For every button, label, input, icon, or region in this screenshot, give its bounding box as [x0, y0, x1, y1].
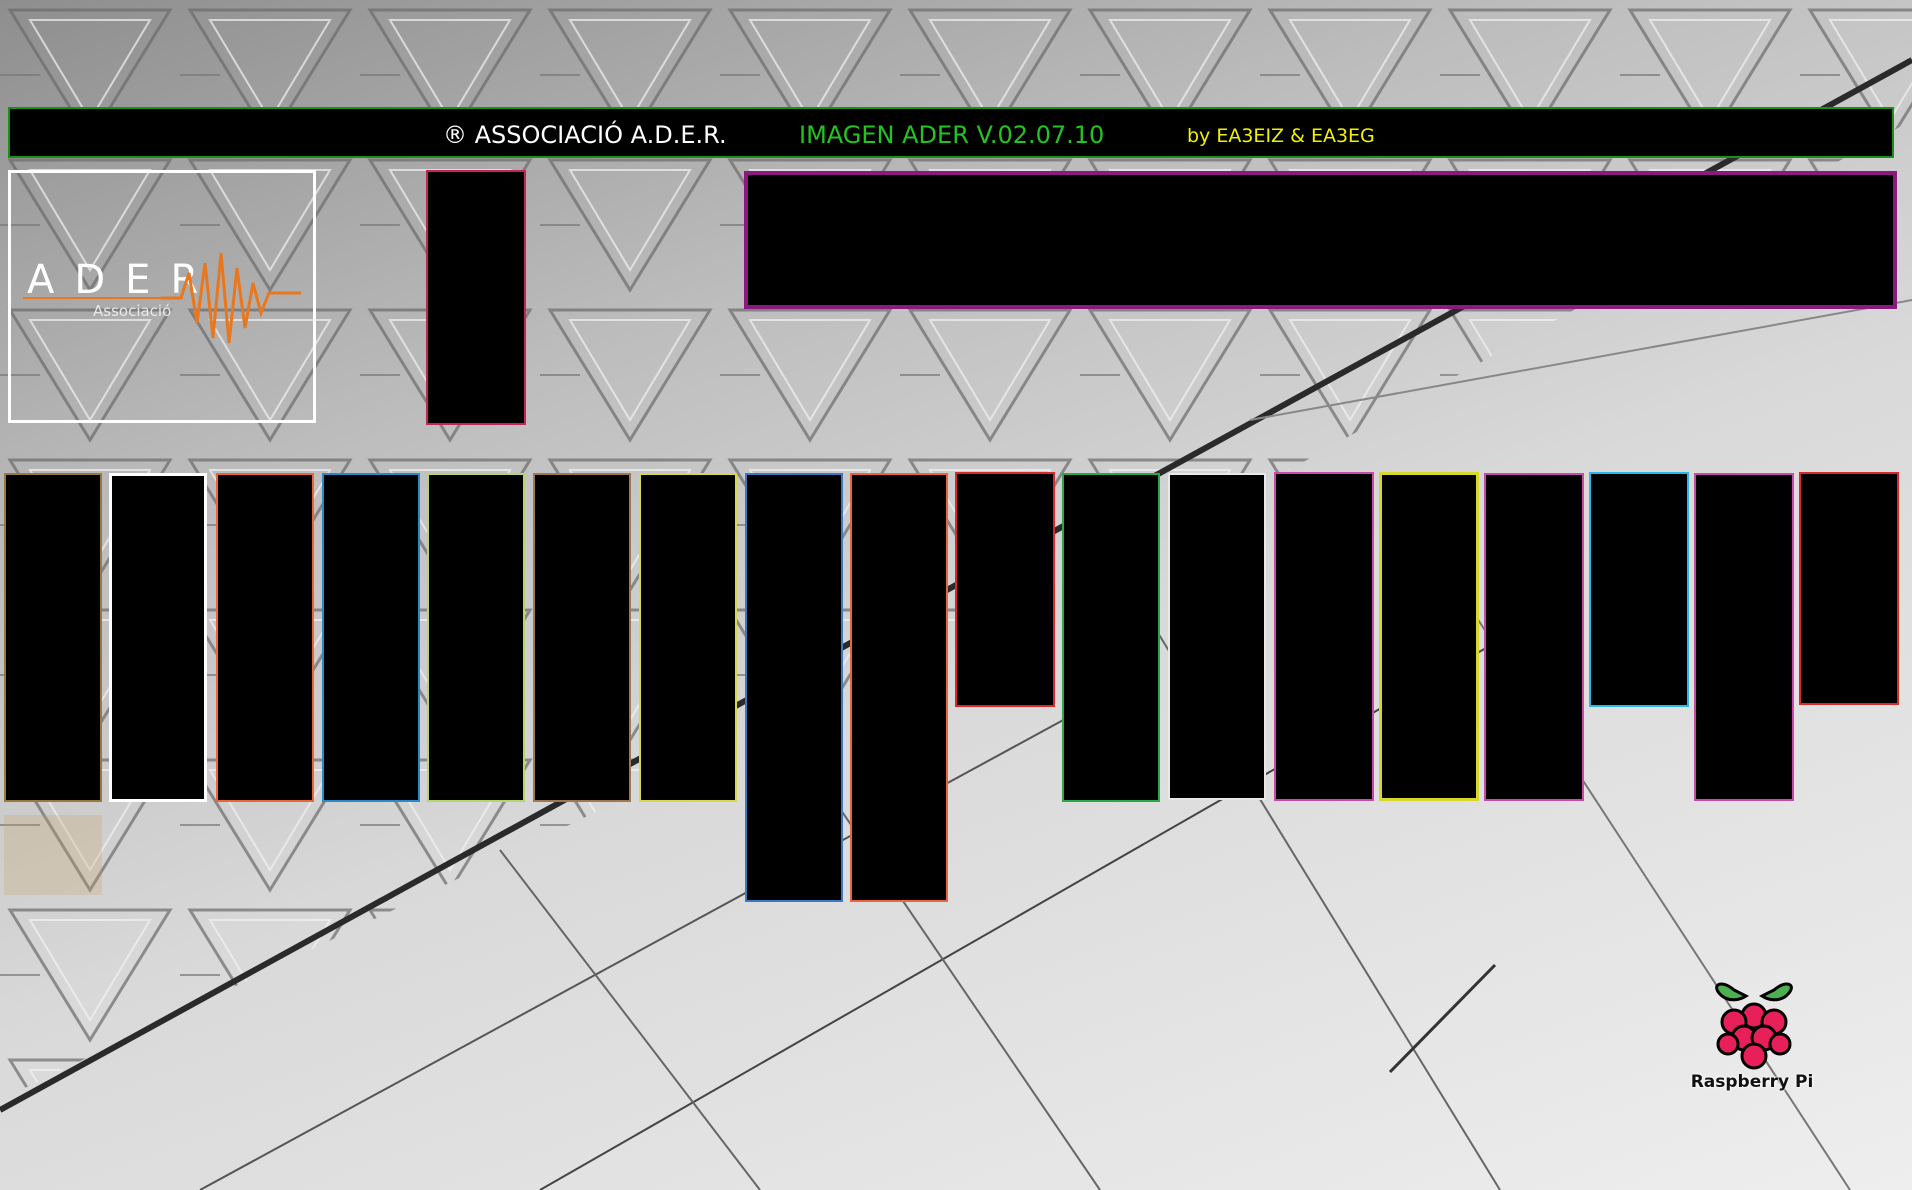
- panel-7: [639, 473, 737, 802]
- authors-credit: by EA3EIZ & EA3EG: [1187, 125, 1375, 147]
- panel-9: [850, 473, 948, 902]
- image-version: IMAGEN ADER V.02.07.10: [799, 121, 1105, 149]
- header-bar: ® ASSOCIACIÓ A.D.E.R. IMAGEN ADER V.02.0…: [8, 107, 1894, 158]
- logo-subtitle: Associació: [93, 302, 172, 320]
- association-title: ® ASSOCIACIÓ A.D.E.R.: [443, 121, 727, 149]
- panel-5: [427, 473, 525, 802]
- translucent-overlay: [4, 815, 102, 895]
- panel-17: [1694, 473, 1794, 801]
- top-small-panel: [426, 170, 526, 425]
- top-wide-panel: [744, 171, 1897, 309]
- panel-3: [216, 473, 314, 802]
- panel-13: [1274, 472, 1374, 801]
- panel-4: [322, 473, 420, 802]
- panel-11: [1062, 473, 1160, 802]
- raspberry-pi-icon: [1715, 982, 1793, 1070]
- panel-8: [745, 473, 843, 902]
- panel-2: [109, 473, 207, 802]
- panel-16: [1589, 472, 1689, 707]
- panel-18: [1799, 472, 1899, 705]
- panel-14: [1379, 472, 1479, 801]
- panel-12: [1168, 473, 1266, 800]
- panel-6: [533, 473, 631, 802]
- panel-10: [955, 472, 1055, 707]
- ader-logo: ADER Associació: [8, 170, 316, 423]
- waveform-icon: [161, 252, 301, 344]
- panel-1: [4, 473, 102, 802]
- logo-underline: [23, 297, 183, 299]
- panel-15: [1484, 473, 1584, 801]
- raspberry-pi-label: Raspberry Pi: [1690, 1072, 1814, 1092]
